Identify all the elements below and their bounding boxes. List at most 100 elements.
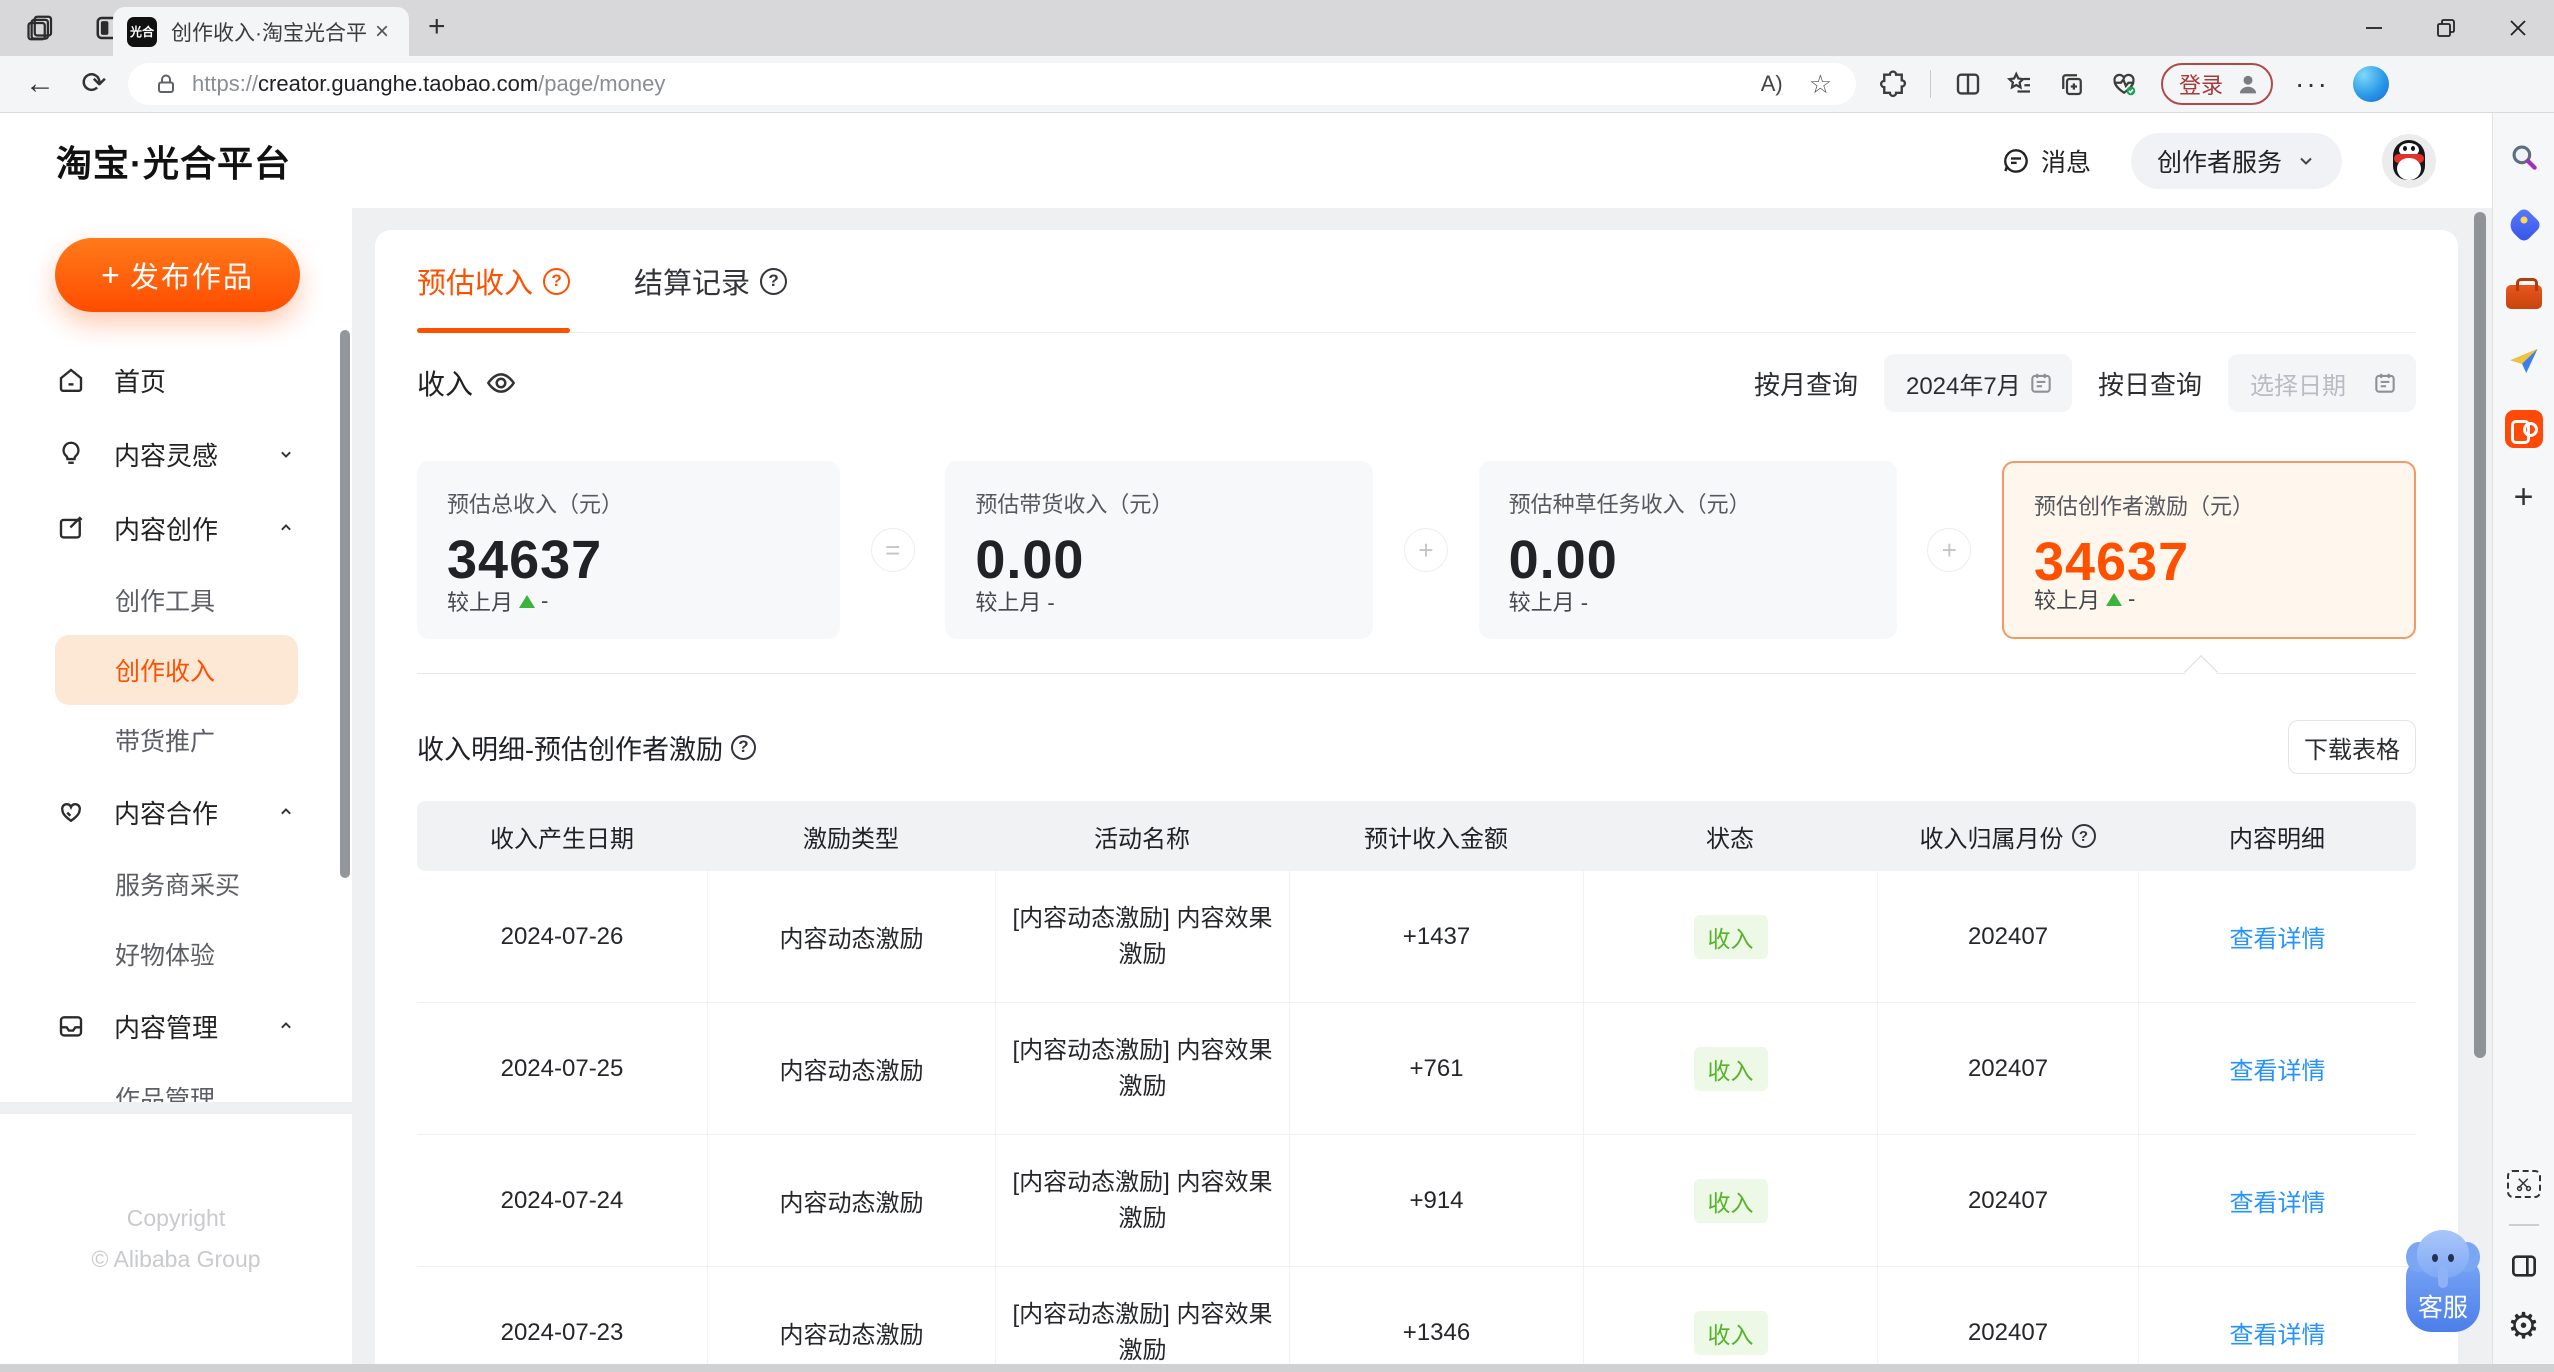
sidebar-item-procurement[interactable]: 服务商采买	[0, 849, 352, 919]
favorite-star-icon[interactable]: ☆	[1809, 69, 1832, 100]
view-details-link[interactable]: 查看详情	[2230, 1183, 2326, 1218]
month-picker[interactable]: 2024年7月	[1883, 354, 2072, 412]
status-badge: 收入	[1693, 1046, 1768, 1091]
sidebar-menu: 首页 内容灵感 内容创作 创作工具 创作收入 带货推广 内容合作 服务商采买 好…	[0, 343, 352, 1133]
split-screen-icon[interactable]	[1953, 69, 1983, 99]
address-bar[interactable]: https://creator.guanghe.taobao.com/page/…	[128, 63, 1856, 105]
site-logo[interactable]: 淘宝·光合平台	[56, 135, 291, 187]
url-text[interactable]: https://creator.guanghe.taobao.com/page/…	[192, 71, 1761, 97]
page-scrollbar[interactable]	[2474, 212, 2486, 1058]
card-goods-income: 预估带货收入（元） 0.00 较上月 -	[945, 461, 1374, 639]
copilot-icon[interactable]	[2353, 66, 2389, 102]
site-header: 淘宝·光合平台 消息 创作者服务	[0, 113, 2492, 208]
new-tab-button[interactable]: +	[428, 12, 446, 42]
sidebar-item-home[interactable]: 首页	[0, 343, 352, 417]
sidebar-item-creation-tools[interactable]: 创作工具	[0, 565, 352, 635]
window-bottom-edge	[0, 1364, 2554, 1372]
lock-icon[interactable]	[154, 72, 178, 96]
chevron-up-icon	[276, 802, 296, 822]
collections-icon[interactable]	[2057, 69, 2087, 99]
sidebar-footer: Copyright © Alibaba Group	[0, 1102, 352, 1364]
close-button[interactable]	[2482, 0, 2554, 56]
settings-gear-icon[interactable]: ⚙	[2504, 1306, 2544, 1346]
sidebar-item-label: 首页	[114, 366, 167, 397]
minimize-button[interactable]	[2338, 0, 2410, 56]
income-filter-row: 收入 按月查询 2024年7月 按日查询 选择日期	[417, 353, 2416, 413]
sidebar-item-label: 内容合作	[114, 798, 219, 829]
browser-tab[interactable]: 光合 创作收入·淘宝光合平台 ×	[113, 7, 409, 56]
avatar[interactable]	[2382, 133, 2436, 188]
help-icon[interactable]: ?	[760, 267, 788, 295]
search-icon[interactable]	[2504, 137, 2544, 177]
customer-service-label: 客服	[2417, 1294, 2468, 1322]
table-row: 2024-07-24 内容动态激励 [内容动态激励] 内容效果激励 +914 收…	[417, 1135, 2416, 1267]
chevron-up-icon	[276, 518, 296, 538]
sidebar-item-inspiration[interactable]: 内容灵感	[0, 417, 352, 491]
signin-button[interactable]: 登录	[2161, 63, 2274, 105]
sidebar-item-creation[interactable]: 内容创作	[0, 491, 352, 565]
messages-label: 消息	[2040, 148, 2091, 177]
tab-settlement-record[interactable]: 结算记录 ?	[634, 230, 788, 332]
main-area: 预估收入 ? 结算记录 ? 收入 按月查询 2024年7月 按日查询 选择日期 …	[352, 208, 2492, 1364]
restore-button[interactable]	[2410, 0, 2482, 56]
sidebar-item-experience[interactable]: 好物体验	[0, 919, 352, 989]
month-query-label: 按月查询	[1753, 369, 1858, 400]
panel-tabs: 预估收入 ? 结算记录 ?	[417, 230, 2416, 333]
sidebar-divider	[2508, 1224, 2539, 1226]
creator-services-menu[interactable]: 创作者服务	[2130, 132, 2342, 189]
back-icon[interactable]: ←	[20, 69, 60, 99]
compose-icon	[56, 513, 86, 543]
publish-work-button[interactable]: + 发布作品	[55, 238, 300, 312]
view-details-link[interactable]: 查看详情	[2230, 1051, 2326, 1086]
shopping-icon[interactable]	[2504, 205, 2544, 245]
settings-more-icon[interactable]: ···	[2295, 68, 2329, 100]
add-sidebar-app-icon[interactable]: +	[2504, 477, 2544, 517]
income-detail-table: 收入产生日期 激励类型 活动名称 预计收入金额 状态 收入归属月份? 内容明细 …	[417, 801, 2416, 1364]
help-icon[interactable]: ?	[731, 734, 756, 760]
tools-icon[interactable]	[2504, 273, 2544, 313]
help-icon[interactable]: ?	[543, 267, 571, 295]
message-bubble-icon	[2001, 146, 2031, 176]
equals-sign: =	[870, 528, 915, 572]
help-icon[interactable]: ?	[2071, 824, 2096, 848]
toolbar-divider	[1930, 70, 1931, 98]
window-controls	[2338, 0, 2554, 56]
page: 淘宝·光合平台 消息 创作者服务 + 发布作品 首页 内容灵感 内容创作 创作工…	[0, 113, 2554, 1364]
tab-close-icon[interactable]: ×	[369, 19, 395, 44]
read-aloud-icon[interactable]: A)	[1761, 71, 1783, 97]
sidebar-scrollbar[interactable]	[340, 330, 350, 878]
download-table-button[interactable]: 下载表格	[2288, 720, 2416, 774]
kuaishou-icon[interactable]	[2504, 409, 2544, 449]
chevron-up-icon	[276, 1016, 296, 1036]
sidebar-item-management[interactable]: 内容管理	[0, 989, 352, 1063]
sidebar-item-creation-income[interactable]: 创作收入	[55, 635, 298, 705]
messages-button[interactable]: 消息	[2001, 143, 2091, 179]
pointer-notch	[2184, 655, 2218, 689]
view-details-link[interactable]: 查看详情	[2230, 919, 2326, 954]
tab-estimated-income[interactable]: 预估收入 ?	[417, 230, 571, 333]
card-creator-incentive[interactable]: 预估创作者激励（元） 34637 较上月 -	[2001, 461, 2416, 639]
view-details-link[interactable]: 查看详情	[2230, 1315, 2326, 1350]
panel-icon[interactable]	[2504, 1246, 2544, 1286]
sidebar-item-cooperation[interactable]: 内容合作	[0, 775, 352, 849]
calendar-icon	[2028, 370, 2054, 396]
browser-window: 光合 创作收入·淘宝光合平台 × + ← ⟳ https://creator.g…	[0, 0, 2554, 1372]
customer-service-widget[interactable]: 客服	[2400, 1230, 2486, 1332]
workspaces-icon[interactable]	[26, 13, 56, 43]
url-path: /page/money	[538, 71, 666, 96]
browser-essentials-icon[interactable]	[2109, 69, 2139, 99]
extensions-icon[interactable]	[1878, 69, 1908, 99]
reload-icon[interactable]: ⟳	[74, 69, 114, 99]
chevron-down-icon	[2296, 151, 2316, 171]
favorites-icon[interactable]	[2005, 69, 2035, 99]
lightbulb-icon	[56, 439, 86, 469]
tab-title: 创作收入·淘宝光合平台	[171, 21, 369, 45]
sidebar-item-promo[interactable]: 带货推广	[0, 705, 352, 775]
section-divider	[417, 655, 2416, 689]
screenshot-icon[interactable]	[2504, 1164, 2544, 1204]
eye-icon[interactable]	[485, 367, 517, 399]
sidebar: + 发布作品 首页 内容灵感 内容创作 创作工具 创作收入 带货推广 内容合作 …	[0, 208, 352, 1364]
publish-work-label: 发布作品	[129, 262, 254, 294]
drop-icon[interactable]	[2504, 341, 2544, 381]
day-picker[interactable]: 选择日期	[2228, 354, 2416, 412]
